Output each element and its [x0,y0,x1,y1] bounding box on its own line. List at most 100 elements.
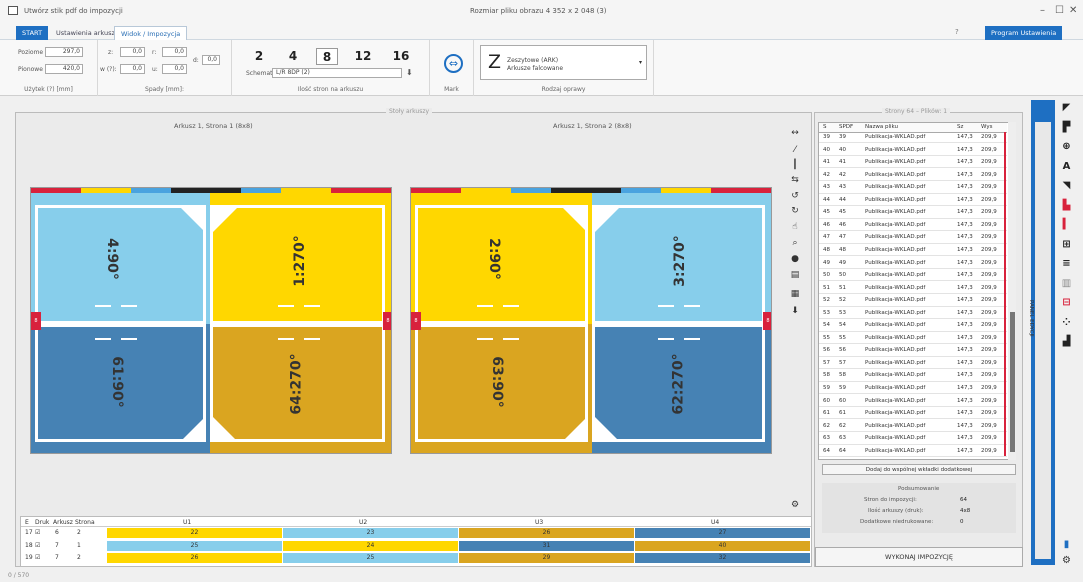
pages-2-button[interactable]: 2 [248,48,270,65]
cell-druk[interactable]: ☑ [35,529,40,536]
table-row[interactable]: 18 ☑ 7 1 25 24 31 40 [21,540,810,551]
sheet-1[interactable]: 4:90° 1:270° 61:90° 64:270° 8 8 [30,187,392,454]
page-cell[interactable]: 61:90° [31,324,210,453]
resize-vertical-icon[interactable]: ┃ [788,160,802,173]
settings-gear-icon[interactable]: ⚙ [788,500,802,513]
text-a-icon[interactable]: A [1057,159,1076,174]
list-item[interactable]: 63 63 Publikacja-WKLAD.pdf 147,3 209,9 [819,434,1007,445]
list-item[interactable]: 59 59 Publikacja-WKLAD.pdf 147,3 209,9 [819,384,1007,395]
program-settings-button[interactable]: Program Ustawienia [985,26,1063,40]
schema-select[interactable]: L/R 8DP (2) [272,68,402,78]
list-item[interactable]: 39 39 Publikacja-WKLAD.pdf 147,3 209,9 [819,133,1007,144]
marker-icon[interactable]: ▟ [1057,334,1076,349]
bleed-r-input[interactable]: 0,0 [162,47,187,57]
bleed-u-input[interactable]: 0,0 [162,64,187,74]
lines-icon[interactable]: ≡ [1057,256,1076,271]
cell-u1[interactable]: 22 [107,528,282,538]
list-item[interactable]: 46 46 Publikacja-WKLAD.pdf 147,3 209,9 [819,221,1007,232]
paper-width-input[interactable]: 297,0 [45,47,83,57]
pages-4-button[interactable]: 4 [282,48,304,65]
list-item[interactable]: 55 55 Publikacja-WKLAD.pdf 147,3 209,9 [819,334,1007,345]
list-item[interactable]: 40 40 Publikacja-WKLAD.pdf 147,3 209,9 [819,146,1007,156]
cell-u4[interactable]: 40 [635,540,810,551]
pages-12-button[interactable]: 12 [352,48,374,65]
cell-druk[interactable]: ☑ [35,554,40,561]
split-icon[interactable]: ⊟ [1057,295,1076,310]
list-item[interactable]: 48 48 Publikacja-WKLAD.pdf 147,3 209,9 [819,246,1007,257]
panel-toggle-icon[interactable]: ▮ [1057,537,1076,552]
list-item[interactable]: 60 60 Publikacja-WKLAD.pdf 147,3 209,9 [819,397,1007,407]
layout-top-icon[interactable]: ◤ [1057,100,1076,115]
page-cell[interactable]: 3:270° [592,193,771,324]
download-icon[interactable]: ⬇ [406,68,413,77]
maximize-button[interactable]: ☐ [1055,5,1064,16]
list-item[interactable]: 64 64 Publikacja-WKLAD.pdf 147,3 209,9 [819,447,1007,458]
list-item[interactable]: 49 49 Publikacja-WKLAD.pdf 147,3 209,9 [819,259,1007,269]
cell-u2[interactable]: 25 [283,553,458,563]
column-icon[interactable]: ▍ [1057,217,1076,232]
pages-16-button[interactable]: 16 [390,48,412,65]
add-insert-button[interactable]: Dodaj do wspólnej wkładki dodatkowej [822,464,1016,475]
tab-view-imposition[interactable]: Widok / Impozycja [114,26,188,40]
tab-start[interactable]: START [16,26,49,40]
page-cell[interactable]: 2:90° [411,193,592,324]
list-item[interactable]: 57 57 Publikacja-WKLAD.pdf 147,3 209,9 [819,359,1007,370]
list-item[interactable]: 54 54 Publikacja-WKLAD.pdf 147,3 209,9 [819,321,1007,332]
paper-height-input[interactable]: 420,0 [45,64,83,74]
book-icon[interactable]: ▤ [788,270,802,283]
bleed-z-input[interactable]: 0,0 [120,47,145,57]
list-item[interactable]: 51 51 Publikacja-WKLAD.pdf 147,3 209,9 [819,284,1007,294]
close-button[interactable]: ✕ [1069,5,1077,16]
list-item[interactable]: 50 50 Publikacja-WKLAD.pdf 147,3 209,9 [819,271,1007,282]
download-icon[interactable]: ⬇ [788,306,802,319]
cell-u3[interactable]: 26 [459,528,634,538]
fill-icon[interactable]: ● [788,254,802,267]
pin-icon[interactable]: ▙ [1057,198,1076,213]
page-cell[interactable]: 1:270° [210,193,391,324]
cell-u3[interactable]: 31 [459,540,634,551]
list-item[interactable]: 45 45 Publikacja-WKLAD.pdf 147,3 209,9 [819,208,1007,219]
bleed-w-input[interactable]: 0,0 [120,64,145,74]
page-cell[interactable]: 64:270° [210,324,391,453]
resize-horizontal-icon[interactable]: ↔ [788,128,802,141]
cell-druk[interactable]: ☑ [35,542,40,549]
cell-u1[interactable]: 26 [107,553,282,563]
cell-u1[interactable]: 25 [107,540,282,551]
list-item[interactable]: 44 44 Publikacja-WKLAD.pdf 147,3 209,9 [819,196,1007,207]
binding-select[interactable]: Z Zeszytowe (ARK) Arkusze falcowane ▾ [480,45,647,80]
page-cell[interactable]: 4:90° [31,193,210,324]
list-item[interactable]: 43 43 Publikacja-WKLAD.pdf 147,3 209,9 [819,183,1007,194]
dots-icon[interactable]: ⁘ [1057,315,1076,330]
layout-top-alt-icon[interactable]: ▛ [1057,120,1076,135]
page-cell[interactable]: 62:270° [592,324,771,453]
list-item[interactable]: 61 61 Publikacja-WKLAD.pdf 147,3 209,9 [819,409,1007,420]
pages-scroll-thumb[interactable] [1010,312,1015,452]
sheet-2[interactable]: 2:90° 3:270° 63:90° 62:270° 8 8 [410,187,772,454]
rotate-left-icon[interactable]: ↺ [788,191,802,204]
grid-light-icon[interactable]: ▥ [1057,276,1076,291]
list-item[interactable]: 62 62 Publikacja-WKLAD.pdf 147,3 209,9 [819,422,1007,433]
cell-u2[interactable]: 24 [283,540,458,551]
page-cell[interactable]: 63:90° [411,324,592,453]
pipette-icon[interactable]: ⁄ [788,145,802,158]
list-item[interactable]: 56 56 Publikacja-WKLAD.pdf 147,3 209,9 [819,346,1007,357]
list-item[interactable]: 47 47 Publikacja-WKLAD.pdf 147,3 209,9 [819,233,1007,244]
list-item[interactable]: 52 52 Publikacja-WKLAD.pdf 147,3 209,9 [819,296,1007,307]
hand-icon[interactable]: ☝ [788,222,802,235]
minimize-button[interactable]: – [1040,5,1045,16]
bleed-d-input[interactable]: 0,0 [202,55,220,65]
list-item[interactable]: 53 53 Publikacja-WKLAD.pdf 147,3 209,9 [819,309,1007,320]
grid-icon[interactable]: ⊞ [1057,237,1076,252]
align-center-icon[interactable]: ⊕ [1057,139,1076,154]
rotate-right-icon[interactable]: ↻ [788,206,802,219]
table-row[interactable]: 17 ☑ 6 2 22 23 26 27 [21,528,810,538]
flag-icon[interactable]: ◥ [1057,178,1076,193]
swap-icon[interactable]: ⇆ [788,175,802,188]
list-item[interactable]: 58 58 Publikacja-WKLAD.pdf 147,3 209,9 [819,371,1007,382]
zoom-icon[interactable]: ⌕ [788,238,802,251]
side-edit-panel[interactable]: PANEL EDYCJI [1028,100,1055,565]
pages-8-button[interactable]: 8 [316,48,338,65]
settings-icon[interactable]: ⚙ [1057,553,1076,568]
generate-imposition-button[interactable]: WYKONAJ IMPOZYCJĘ [815,547,1023,567]
help-icon[interactable]: ? [955,28,959,36]
